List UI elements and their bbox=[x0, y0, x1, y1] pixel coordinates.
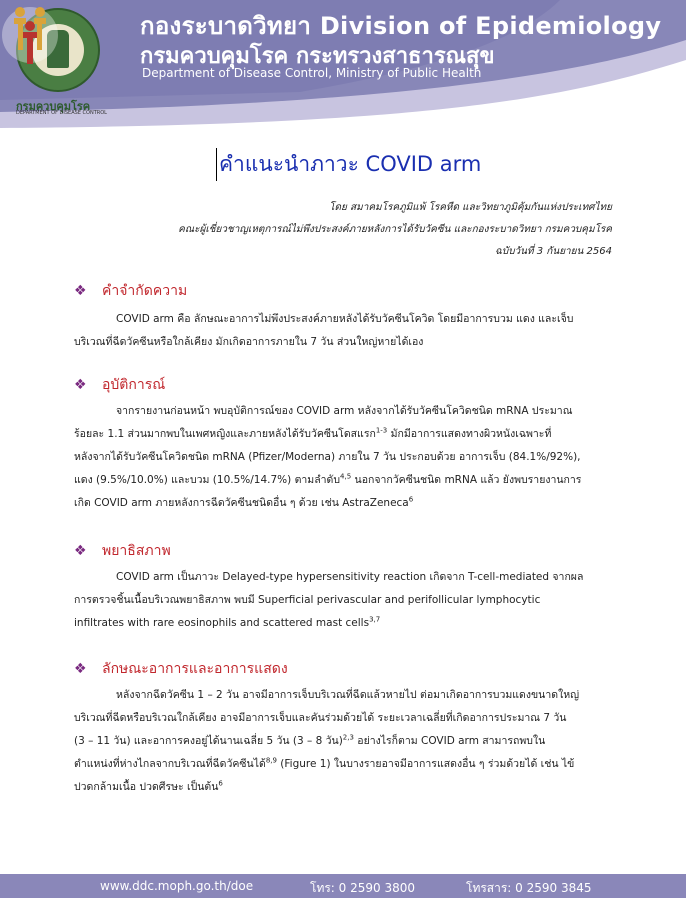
section-symptoms: ❖ ลักษณะอาการและอาการแสดง หลังจากฉีดวัคซ… bbox=[74, 658, 614, 799]
body-line: บริเวณที่ฉีดวัคซีนหรือใกล้เคียง มักเกิดอ… bbox=[74, 336, 424, 348]
section-heading: ❖ พยาธิสภาพ bbox=[74, 540, 614, 562]
citation: 2,3 bbox=[342, 733, 354, 742]
section-heading-text: อุบัติการณ์ bbox=[102, 377, 166, 393]
section-body: COVID arm เป็นภาวะ Delayed-type hypersen… bbox=[74, 566, 614, 635]
citation: 6 bbox=[408, 495, 414, 504]
section-body: จากรายงานก่อนหน้า พบอุบัติการณ์ของ COVID… bbox=[74, 400, 614, 515]
body-line: (3 – 11 วัน) และอาการคงอยู่ได้นานเฉลี่ย … bbox=[74, 735, 343, 747]
header-title-english: Department of Disease Control, Ministry … bbox=[142, 66, 482, 80]
byline-association: โดย สมาคมโรคภูมิแพ้ โรคหืด และวิทยาภูมิค… bbox=[329, 202, 612, 213]
body-line-tail: อย่างไรก็ตาม COVID arm สามารถพบใน bbox=[353, 735, 546, 747]
section-pathology: ❖ พยาธิสภาพ COVID arm เป็นภาวะ Delayed-t… bbox=[74, 540, 614, 635]
section-heading: ❖ ลักษณะอาการและอาการแสดง bbox=[74, 658, 614, 680]
body-line: หลังจากฉีดวัคซีน 1 – 2 วัน อาจมีอาการเจ็… bbox=[116, 689, 580, 701]
citation: 8,9 bbox=[265, 756, 277, 765]
section-heading-text: คำจำกัดความ bbox=[102, 283, 188, 299]
section-body: COVID arm คือ ลักษณะอาการไม่พึงประสงค์ภา… bbox=[74, 308, 614, 354]
diamond-bullet-icon: ❖ bbox=[74, 283, 87, 299]
body-line: ปวดกล้ามเนื้อ ปวดศีรษะ เป็นต้น bbox=[74, 781, 219, 793]
epidemiology-figures-logo bbox=[2, 7, 58, 64]
body-line: ตำแหน่งที่ห่างไกลจากบริเวณที่ฉีดวัคซีนได… bbox=[74, 758, 266, 770]
body-line: ร้อยละ 1.1 ส่วนมากพบในเพศหญิงและภายหลังไ… bbox=[74, 428, 376, 440]
footer-website-link[interactable]: www.ddc.moph.go.th/doe bbox=[100, 879, 253, 893]
diamond-bullet-icon: ❖ bbox=[74, 377, 87, 393]
body-line: หลังจากได้รับวัคซีนโควิดชนิด mRNA (Pfize… bbox=[74, 451, 581, 463]
page-header: กรมควบคุมโรค DEPARTMENT OF DISEASE CONTR… bbox=[0, 0, 686, 140]
citation: 3,7 bbox=[369, 615, 381, 624]
section-heading-text: ลักษณะอาการและอาการแสดง bbox=[102, 661, 288, 677]
body-line-tail: (Figure 1) ในบางรายอาจมีอาการแสดงอื่น ๆ … bbox=[276, 758, 575, 770]
body-line-tail: นอกจากวัคซีนชนิด mRNA แล้ว ยังพบรายงานกา… bbox=[351, 474, 582, 486]
byline-committee: คณะผู้เชี่ยวชาญเหตุการณ์ไม่พึงประสงค์ภาย… bbox=[178, 224, 612, 235]
body-line: COVID arm คือ ลักษณะอาการไม่พึงประสงค์ภา… bbox=[116, 313, 574, 325]
section-heading: ❖ คำจำกัดความ bbox=[74, 280, 614, 302]
body-line: แดง (9.5%/10.0%) และบวม (10.5%/14.7%) ตา… bbox=[74, 474, 341, 486]
section-heading-text: พยาธิสภาพ bbox=[102, 543, 171, 559]
body-line: บริเวณที่ฉีดหรือบริเวณใกล้เคียง อาจมีอาก… bbox=[74, 712, 567, 724]
footer-fax: โทรสาร: 0 2590 3845 bbox=[466, 881, 592, 895]
page-footer: www.ddc.moph.go.th/doe โทร: 0 2590 3800 … bbox=[0, 874, 686, 898]
body-line: จากรายงานก่อนหน้า พบอุบัติการณ์ของ COVID… bbox=[116, 405, 573, 417]
body-line: infiltrates with rare eosinophils and sc… bbox=[74, 617, 370, 629]
body-line: การตรวจชิ้นเนื้อบริเวณพยาธิสภาพ พบมี Sup… bbox=[74, 594, 541, 606]
body-line: COVID arm เป็นภาวะ Delayed-type hypersen… bbox=[116, 571, 584, 583]
diamond-bullet-icon: ❖ bbox=[74, 543, 87, 559]
citation: 1-3 bbox=[375, 426, 388, 435]
section-body: หลังจากฉีดวัคซีน 1 – 2 วัน อาจมีอาการเจ็… bbox=[74, 684, 614, 799]
byline-date: ฉบับวันที่ 3 กันยายน 2564 bbox=[495, 246, 612, 257]
body-line: เกิด COVID arm ภายหลังการฉีดวัคซีนชนิดอื… bbox=[74, 497, 409, 509]
diamond-bullet-icon: ❖ bbox=[74, 661, 87, 677]
footer-phone: โทร: 0 2590 3800 bbox=[310, 881, 415, 895]
section-heading: ❖ อุบัติการณ์ bbox=[74, 374, 614, 396]
document-title: คำแนะนำภาวะ COVID arm bbox=[216, 148, 481, 181]
citation: 4,5 bbox=[340, 472, 352, 481]
section-definition: ❖ คำจำกัดความ COVID arm คือ ลักษณะอาการไ… bbox=[74, 280, 614, 354]
department-logo-sublabel: DEPARTMENT OF DISEASE CONTROL bbox=[16, 110, 107, 116]
body-line-tail: มักมีอาการแสดงทางผิวหนังเฉพาะที่ bbox=[387, 428, 552, 440]
section-incidence: ❖ อุบัติการณ์ จากรายงานก่อนหน้า พบอุบัติ… bbox=[74, 374, 614, 515]
citation: 6 bbox=[218, 779, 223, 788]
